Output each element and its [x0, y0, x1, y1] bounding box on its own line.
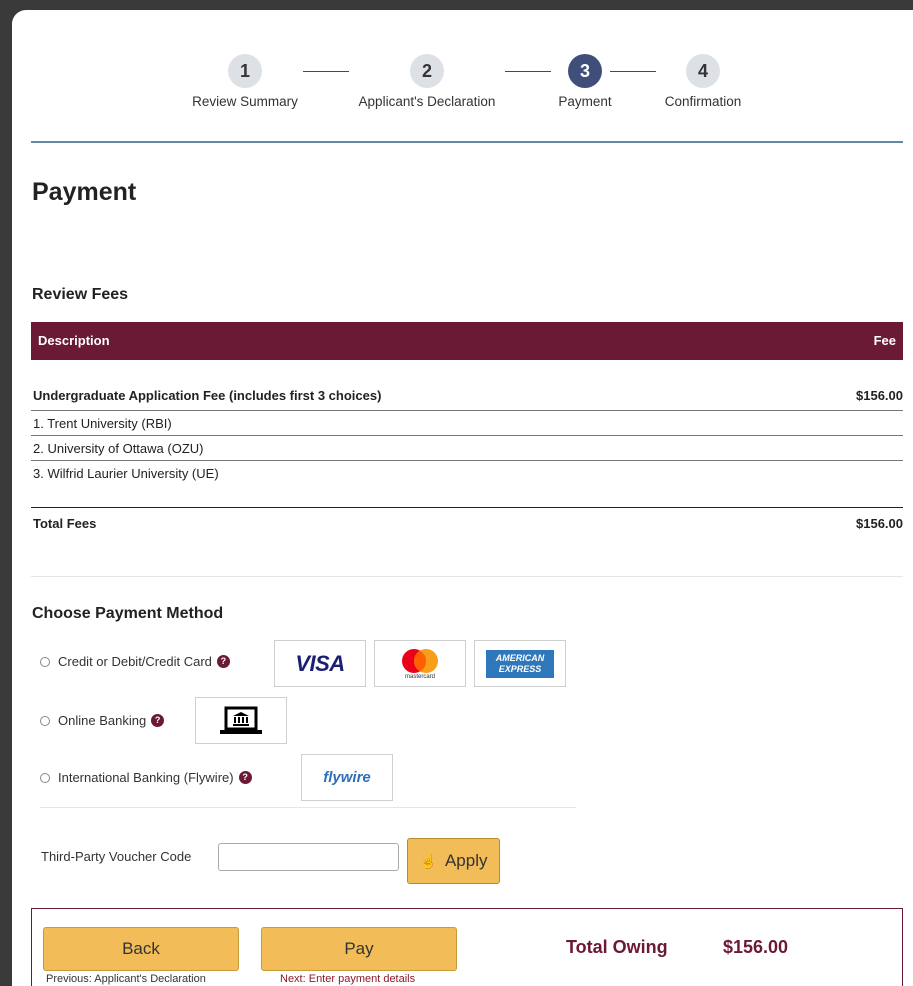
review-fees-heading: Review Fees: [32, 286, 129, 303]
flywire-wordmark: flywire: [323, 769, 371, 786]
total-divider: [31, 507, 903, 508]
choice-text: 1. Trent University (RBI): [33, 416, 172, 431]
payment-options-divider: [40, 807, 576, 808]
back-button-label: Back: [122, 939, 160, 958]
fee-amount: $156.00: [856, 388, 903, 403]
fee-description: Undergraduate Application Fee (includes …: [33, 388, 382, 403]
payment-page: 1 Review Summary 2 Applicant's Declarati…: [12, 10, 913, 986]
fee-column-header: Fee: [873, 333, 896, 348]
pay-hint: Next: Enter payment details: [280, 973, 416, 985]
step-review-summary[interactable]: 1 Review Summary: [184, 54, 306, 109]
step-label: Payment: [558, 94, 612, 109]
step-label: Confirmation: [664, 94, 742, 109]
back-hint: Previous: Applicant's Declaration: [46, 973, 206, 985]
online-banking-radio[interactable]: [40, 715, 50, 726]
laptop-bank-icon: [220, 706, 262, 734]
visa-logo: VISA: [274, 640, 366, 687]
checkout-footer: Back Previous: Applicant's Declaration P…: [31, 908, 903, 986]
payment-option-card[interactable]: Credit or Debit/Credit Card ?: [40, 654, 230, 669]
stepper-divider: [31, 141, 903, 143]
page-title: Payment: [32, 178, 137, 206]
mastercard-icon: [402, 648, 438, 673]
pay-button[interactable]: Pay: [261, 927, 457, 971]
total-fees-amount: $156.00: [856, 516, 903, 531]
pointer-hand-icon: ☝: [419, 852, 437, 869]
choice-text: 2. University of Ottawa (OZU): [33, 441, 204, 456]
progress-stepper: 1 Review Summary 2 Applicant's Declarati…: [12, 10, 913, 140]
online-banking-label: Online Banking: [58, 713, 147, 728]
amex-logo: AMERICAN EXPRESS: [474, 640, 566, 687]
mastercard-logo: mastercard: [374, 640, 466, 687]
voucher-code-input[interactable]: [218, 843, 399, 871]
step-connector: [303, 71, 349, 72]
voucher-code-label: Third-Party Voucher Code: [41, 849, 192, 864]
step-payment[interactable]: 3 Payment: [550, 54, 620, 109]
amex-icon: AMERICAN EXPRESS: [486, 649, 554, 678]
apply-button-label: Apply: [444, 851, 488, 870]
step-label: Applicant's Declaration: [358, 94, 496, 109]
row-divider: [31, 435, 903, 436]
help-icon[interactable]: ?: [151, 714, 165, 727]
total-owing-label: Total Owing: [566, 937, 668, 957]
flywire-option-label: International Banking (Flywire): [58, 770, 234, 785]
row-divider: [31, 460, 903, 461]
mastercard-wordmark: mastercard: [404, 673, 435, 680]
back-button[interactable]: Back: [43, 927, 239, 971]
step-applicants-declaration[interactable]: 2 Applicant's Declaration: [349, 54, 505, 109]
online-banking-logo: [195, 697, 287, 744]
fees-table-header: Description Fee: [31, 322, 903, 360]
apply-voucher-button[interactable]: ☝ Apply: [407, 838, 500, 884]
total-fees-label: Total Fees: [33, 516, 97, 531]
step-connector: [610, 71, 656, 72]
choice-text: 3. Wilfrid Laurier University (UE): [33, 466, 219, 481]
payment-option-flywire[interactable]: International Banking (Flywire) ?: [40, 770, 252, 785]
card-option-label: Credit or Debit/Credit Card: [58, 654, 212, 669]
flywire-logo: flywire: [301, 754, 393, 801]
card-radio[interactable]: [40, 656, 50, 667]
amex-wordmark-line2: EXPRESS: [498, 663, 542, 674]
payment-method-heading: Choose Payment Method: [32, 605, 224, 622]
step-connector: [505, 71, 551, 72]
pay-button-label: Pay: [344, 939, 374, 958]
step-label: Review Summary: [192, 94, 298, 109]
help-icon[interactable]: ?: [216, 655, 230, 668]
step-number: 4: [686, 54, 720, 88]
section-divider: [31, 576, 903, 577]
row-divider: [31, 410, 903, 411]
step-number: 1: [228, 54, 262, 88]
total-owing-amount: $156.00: [723, 937, 789, 957]
description-column-header: Description: [38, 333, 110, 348]
amex-wordmark-line1: AMERICAN: [495, 652, 545, 663]
flywire-radio[interactable]: [40, 772, 50, 783]
help-icon[interactable]: ?: [238, 771, 252, 784]
step-number: 3: [568, 54, 602, 88]
step-number: 2: [410, 54, 444, 88]
payment-option-online-banking[interactable]: Online Banking ?: [40, 713, 165, 728]
visa-wordmark: VISA: [295, 650, 345, 676]
step-confirmation[interactable]: 4 Confirmation: [658, 54, 748, 109]
